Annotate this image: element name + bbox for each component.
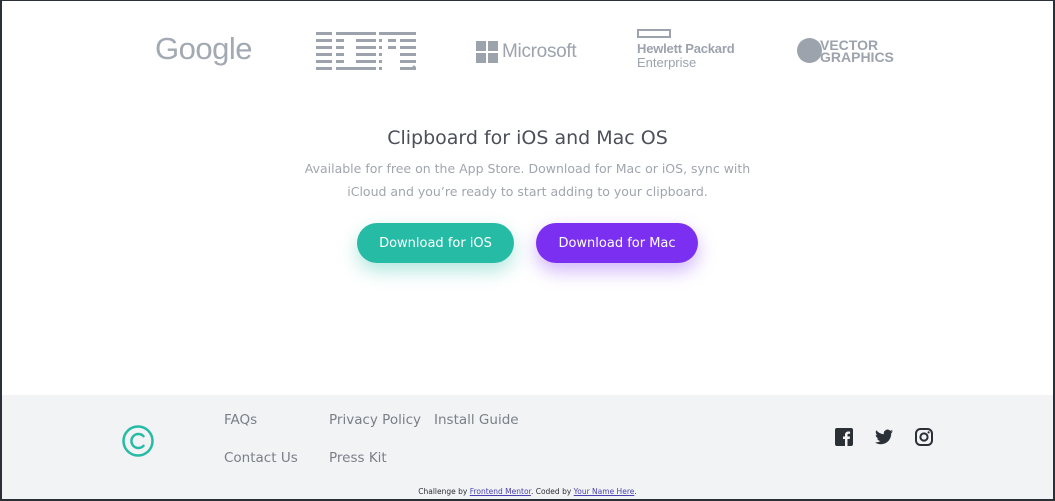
hpe-rectangle-icon <box>637 29 671 38</box>
cta-title: Clipboard for iOS and Mac OS <box>387 127 668 149</box>
ibm-logo <box>316 31 416 71</box>
twitter-icon[interactable] <box>874 427 894 447</box>
attribution-middle: . Coded by <box>530 487 574 496</box>
cta-description: Available for free on the App Store. Dow… <box>304 161 751 199</box>
windows-icon <box>476 41 498 63</box>
footer-link-faqs[interactable]: FAQs <box>224 412 257 428</box>
hpe-logo-line1: Hewlett Packard <box>637 41 735 56</box>
footer-link-press-kit[interactable]: Press Kit <box>329 450 387 466</box>
attribution-suffix: . <box>634 487 637 496</box>
microsoft-logo-text: Microsoft <box>502 41 577 62</box>
footer-link-contact-us[interactable]: Contact Us <box>224 450 298 466</box>
author-name-link[interactable]: Your Name Here <box>574 487 635 496</box>
clipboard-logo-icon[interactable] <box>121 424 155 458</box>
facebook-icon[interactable] <box>834 427 854 447</box>
footer: FAQs Contact Us Privacy Policy Press Kit… <box>2 395 1053 499</box>
footer-link-install-guide[interactable]: Install Guide <box>434 412 519 428</box>
download-ios-button[interactable]: Download for iOS <box>357 223 514 263</box>
graphics-logo-line2: GRAPHICS <box>820 48 894 65</box>
vector-graphics-logo: VECTOR GRAPHICS <box>797 38 894 65</box>
download-mac-button[interactable]: Download for Mac <box>536 223 698 263</box>
hpe-logo-line2: Enterprise <box>637 55 697 70</box>
frontend-mentor-link[interactable]: Frontend Mentor <box>470 487 531 496</box>
hewlett-packard-enterprise-logo: Hewlett Packard Enterprise <box>637 29 747 70</box>
vector-graphics-circle-icon <box>797 38 822 63</box>
vector-graphics-logo-text: VECTOR GRAPHICS <box>820 38 894 65</box>
instagram-icon[interactable] <box>914 427 934 447</box>
google-logo: Google <box>155 31 252 66</box>
footer-link-privacy-policy[interactable]: Privacy Policy <box>329 412 421 428</box>
microsoft-logo: Microsoft <box>476 40 577 64</box>
attribution: Challenge by Frontend Mentor. Coded by Y… <box>2 487 1053 496</box>
attribution-prefix: Challenge by <box>418 487 470 496</box>
